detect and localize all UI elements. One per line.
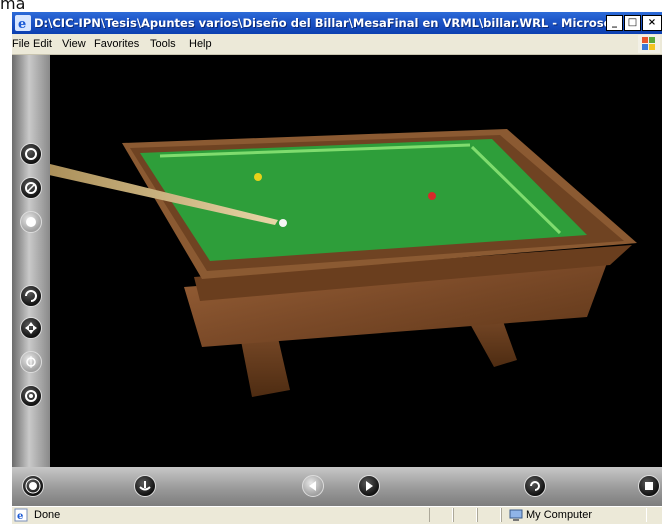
title-bar[interactable]: e D:\CIC-IPN\Tesis\Apuntes varios\Diseño…	[12, 12, 662, 34]
stop-icon[interactable]	[638, 475, 660, 497]
close-button[interactable]: ×	[642, 15, 662, 31]
menu-edit[interactable]: Edit	[33, 38, 52, 50]
tilt-icon[interactable]	[20, 351, 42, 373]
walk-icon[interactable]	[20, 143, 42, 165]
menu-file[interactable]: File	[12, 38, 30, 50]
status-pane	[453, 508, 477, 522]
pan-icon[interactable]	[20, 317, 42, 339]
viewpoint-list-icon[interactable]	[22, 475, 44, 497]
status-pane	[477, 508, 501, 522]
straighten-icon[interactable]	[134, 475, 156, 497]
minimize-button[interactable]: _	[606, 15, 623, 31]
status-pane	[429, 508, 453, 522]
ball-yellow	[254, 173, 262, 181]
billiard-scene[interactable]	[12, 55, 662, 506]
next-viewpoint-icon[interactable]	[358, 475, 380, 497]
ball-red	[428, 192, 436, 200]
ie-icon: e	[15, 15, 31, 31]
browser-window: e D:\CIC-IPN\Tesis\Apuntes varios\Diseño…	[12, 12, 662, 524]
undo-move-icon[interactable]	[524, 475, 546, 497]
status-text: Done	[34, 509, 61, 521]
menu-tools[interactable]: Tools	[150, 38, 176, 50]
window-title: D:\CIC-IPN\Tesis\Apuntes varios\Diseño d…	[34, 16, 620, 30]
roll-icon[interactable]	[20, 385, 42, 407]
rotate-icon[interactable]	[20, 285, 42, 307]
svg-text:e: e	[17, 511, 23, 522]
status-bar: e Done My Computer	[12, 506, 662, 524]
svg-text:e: e	[18, 17, 26, 31]
study-icon[interactable]	[20, 211, 42, 233]
ie-page-icon: e	[14, 508, 28, 522]
menu-help[interactable]: Help	[189, 38, 212, 50]
fly-icon[interactable]	[20, 177, 42, 199]
ball-white	[279, 219, 287, 227]
windows-logo-icon	[638, 35, 660, 53]
vrml-bottom-panel	[12, 467, 662, 506]
vrml-left-panel	[12, 55, 50, 506]
maximize-button[interactable]: □	[624, 15, 641, 31]
menu-favorites[interactable]: Favorites	[94, 38, 139, 50]
status-zone-text: My Computer	[526, 509, 593, 521]
menu-bar: File Edit View Favorites Tools Help	[12, 34, 662, 55]
previous-viewpoint-icon[interactable]	[302, 475, 324, 497]
menu-view[interactable]: View	[62, 38, 86, 50]
my-computer-icon	[509, 509, 523, 521]
vrml-viewport[interactable]	[12, 55, 662, 506]
